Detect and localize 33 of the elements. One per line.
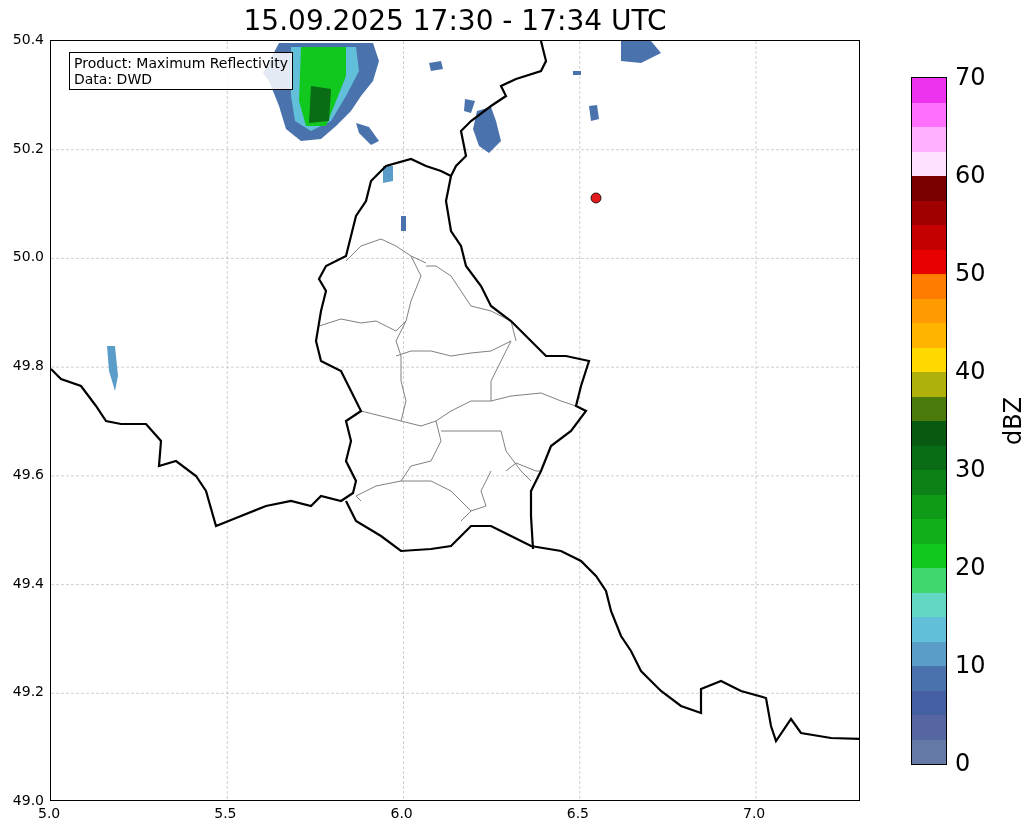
axis-tick-label: 49.4 [12, 574, 44, 591]
colorbar-tick-label: 60 [955, 163, 986, 187]
radar-echo [621, 41, 661, 63]
radar-echo [573, 71, 581, 75]
annotation-text: Product: Maximum Reflectivity [74, 55, 288, 71]
axis-tick-label: 5.0 [38, 805, 61, 821]
radar-echo [383, 166, 393, 183]
axis-tick-label: 6.5 [566, 805, 589, 821]
axis-tick-label: 50.2 [12, 139, 44, 156]
colorbar-tick-label: 20 [955, 555, 986, 579]
colorbar-axis-label: dBZ [999, 396, 1023, 446]
axis-tick-label: 49.2 [12, 683, 44, 700]
colorbar-tick-label: 0 [955, 751, 971, 775]
colorbar-tick-label: 30 [955, 457, 986, 481]
colorbar-tick-label: 40 [955, 359, 986, 383]
location-dot [590, 192, 602, 204]
colorbar-tick-label: 10 [955, 653, 986, 677]
radar-echo [429, 61, 443, 71]
radar-echo [401, 216, 406, 231]
axis-tick-label: 49.0 [12, 792, 44, 808]
chart-title: 15.09.2025 17:30 - 17:34 UTC [242, 4, 668, 39]
axis-tick-label: 6.0 [390, 805, 413, 821]
annotation-text: Data: DWD [74, 71, 153, 87]
axis-tick-label: 49.6 [12, 465, 44, 482]
radar-echo [589, 105, 599, 121]
colorbar-tick-label: 50 [955, 261, 986, 285]
axis-tick-label: 50.4 [12, 31, 44, 47]
axis-tick-label: 50.0 [12, 248, 44, 265]
radar-echo [107, 346, 118, 391]
colorbar-tick-label: 70 [955, 65, 986, 89]
axis-tick-label: 5.5 [214, 805, 237, 821]
axis-tick-label: 7.0 [743, 805, 766, 821]
axis-tick-label: 49.8 [12, 357, 44, 374]
